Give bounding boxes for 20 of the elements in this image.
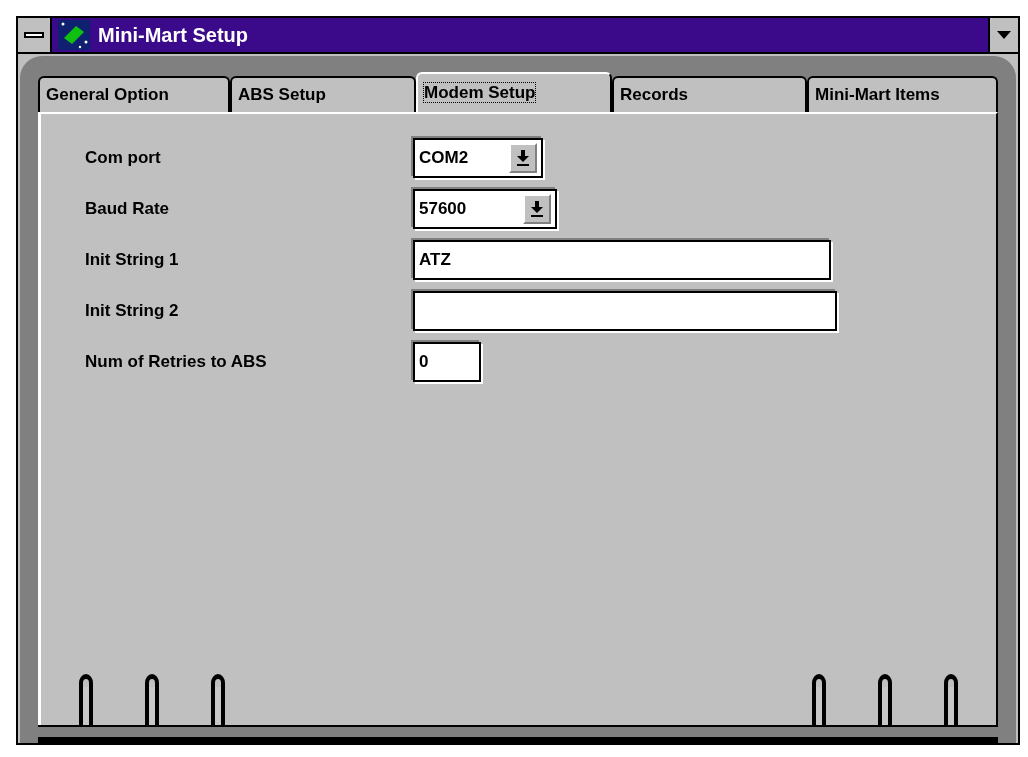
tab[interactable]: ABS Setup <box>230 76 417 112</box>
dropdown[interactable]: COM2 <box>413 137 543 178</box>
field-label: Com port <box>85 146 162 169</box>
field-label: Init String 1 <box>85 248 180 271</box>
dropdown[interactable]: 57600 <box>413 188 557 229</box>
field-label: Num of Retries to ABS <box>85 350 268 373</box>
app-icon <box>58 20 90 50</box>
tab[interactable]: Records <box>612 76 807 112</box>
dropdown-button[interactable] <box>988 18 1018 52</box>
tab[interactable]: Modem Setup <box>416 72 612 112</box>
field-label: Baud Rate <box>85 197 171 220</box>
tab[interactable]: General Option <box>38 76 230 112</box>
window-title: Mini-Mart Setup <box>98 23 249 48</box>
input-field[interactable]: ATZ <box>413 239 831 280</box>
tab[interactable]: Mini-Mart Items <box>807 76 998 112</box>
field-label: Init String 2 <box>85 299 180 322</box>
system-menu-button[interactable] <box>18 18 52 52</box>
input-field[interactable]: 0 <box>413 341 481 382</box>
down-triangle-icon <box>997 31 1011 39</box>
input-field[interactable] <box>413 290 837 331</box>
